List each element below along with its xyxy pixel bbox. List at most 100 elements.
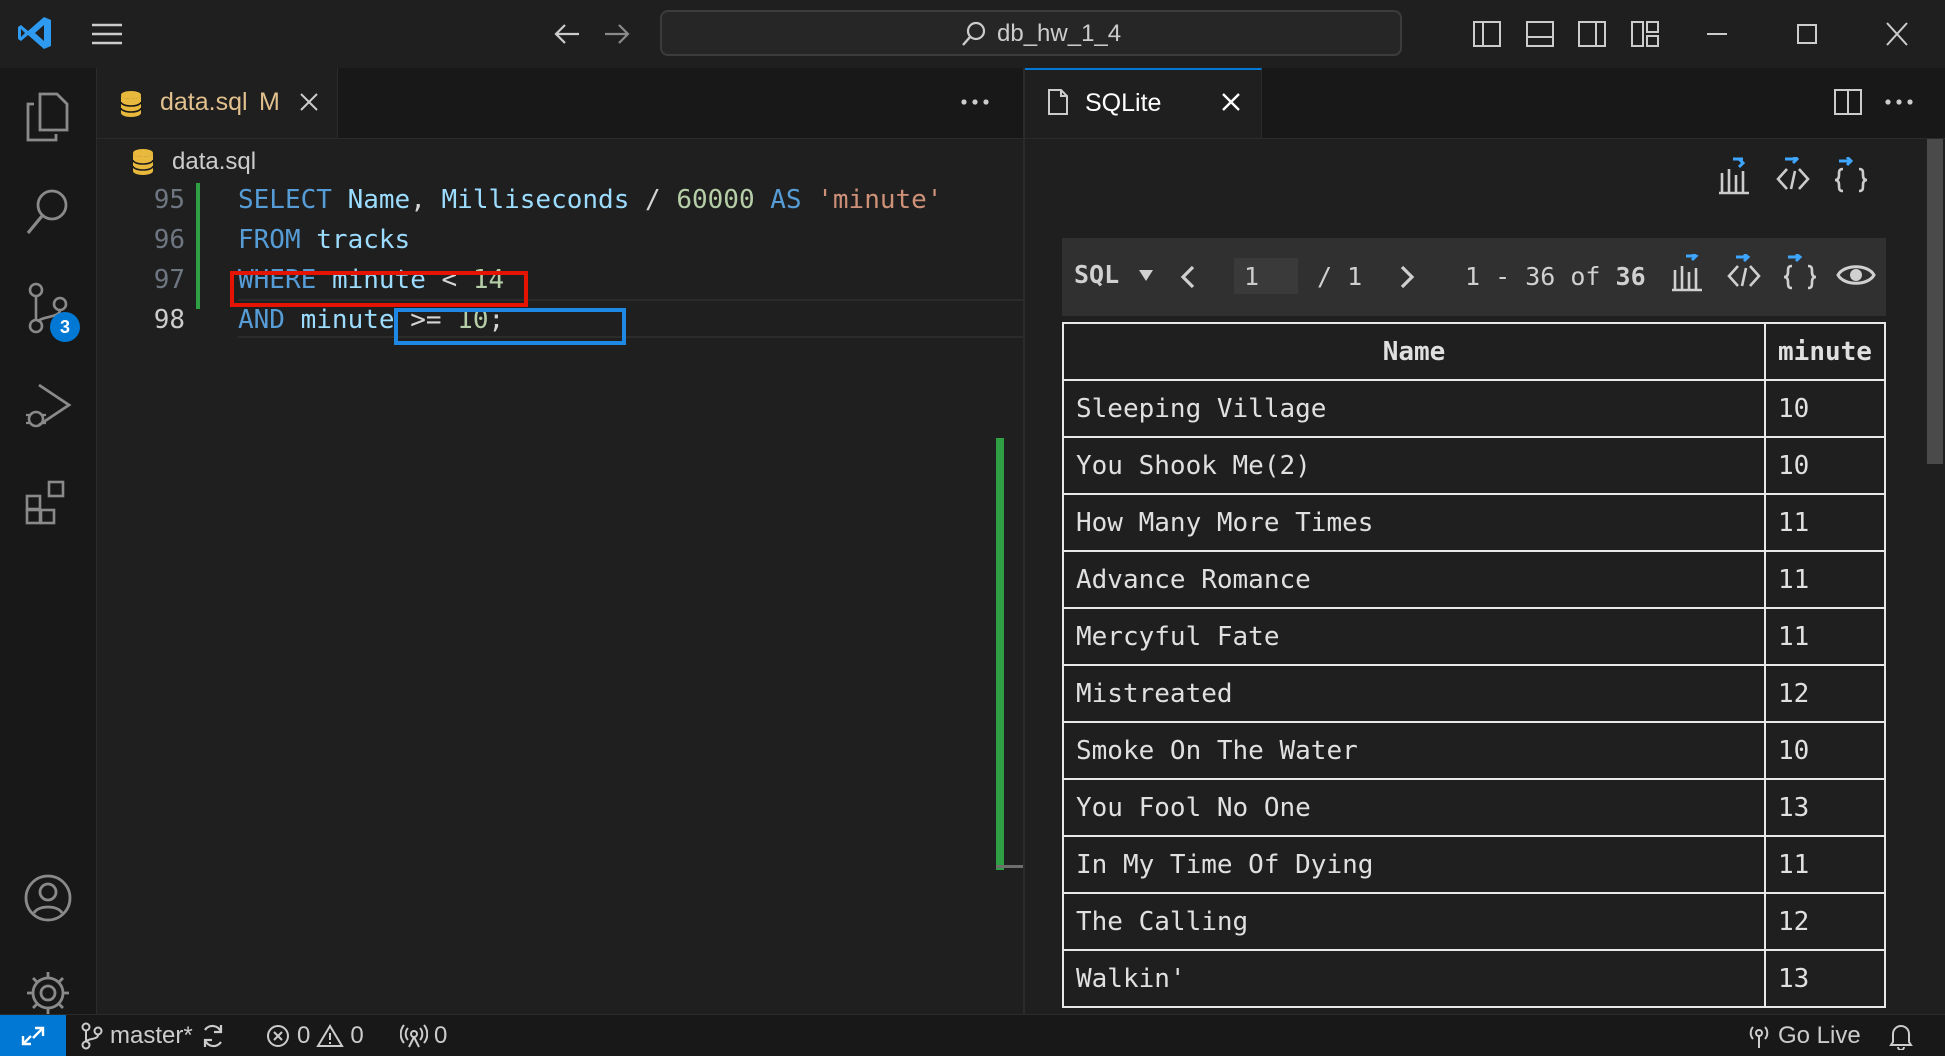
cell-minute[interactable]: 10 xyxy=(1764,721,1886,780)
mode-dropdown[interactable]: SQL xyxy=(1074,260,1119,289)
page-number-input[interactable] xyxy=(1234,258,1298,294)
row-range-text: 1 - 36 of xyxy=(1465,262,1616,291)
eye-icon[interactable] xyxy=(1836,260,1876,290)
cell-name[interactable]: Mercyful Fate xyxy=(1062,607,1766,666)
export-csv-icon[interactable] xyxy=(1717,157,1751,195)
cell-minute[interactable]: 12 xyxy=(1764,892,1886,951)
table-row[interactable]: Mistreated 12 xyxy=(1062,664,1886,723)
breadcrumb-file[interactable]: data.sql xyxy=(172,148,256,176)
minimize-icon[interactable] xyxy=(1702,20,1732,48)
tab-filename: data.sql xyxy=(160,88,248,116)
column-header-minute[interactable]: minute xyxy=(1764,322,1886,381)
warning-icon xyxy=(316,1023,345,1047)
ports-status[interactable]: 0 xyxy=(400,1015,447,1056)
cell-name[interactable]: Mistreated xyxy=(1062,664,1766,723)
code-token: Name xyxy=(347,185,411,215)
cell-minute[interactable]: 11 xyxy=(1764,550,1886,609)
forward-arrow-icon[interactable] xyxy=(602,20,632,48)
line-number: 95 xyxy=(153,185,185,215)
table-row[interactable]: Advance Romance 11 xyxy=(1062,550,1886,609)
remote-indicator[interactable] xyxy=(0,1015,66,1056)
table-row[interactable]: Walkin' 13 xyxy=(1062,949,1886,1008)
branch-status[interactable]: master* xyxy=(80,1015,227,1056)
tab-close-icon[interactable] xyxy=(1219,90,1243,114)
cell-minute[interactable]: 10 xyxy=(1764,379,1886,438)
export-csv-icon[interactable] xyxy=(1670,254,1704,292)
cell-minute[interactable]: 11 xyxy=(1764,607,1886,666)
cell-minute[interactable]: 10 xyxy=(1764,436,1886,495)
code-editor[interactable]: 95 SELECT Name, Milliseconds / 60000 AS '… xyxy=(97,183,1023,1014)
chevron-down-icon[interactable] xyxy=(1138,268,1154,282)
cell-name[interactable]: Sleeping Village xyxy=(1062,379,1766,438)
source-control-badge: 3 xyxy=(50,312,80,342)
panel-scrollbar-track[interactable] xyxy=(1925,139,1945,1014)
next-page-icon[interactable] xyxy=(1397,264,1417,290)
accounts-icon[interactable] xyxy=(18,868,78,928)
panel-scrollbar-thumb[interactable] xyxy=(1927,139,1943,464)
search-text: db_hw_1_4 xyxy=(997,20,1122,47)
toggle-panel-icon[interactable] xyxy=(1525,20,1555,48)
cell-name[interactable]: You Shook Me(2) xyxy=(1062,436,1766,495)
export-html-icon[interactable] xyxy=(1726,254,1762,292)
split-editor-icon[interactable] xyxy=(1833,88,1863,116)
table-row[interactable]: In My Time Of Dying 11 xyxy=(1062,835,1886,894)
export-json-icon[interactable] xyxy=(1833,157,1869,195)
cell-name[interactable]: Advance Romance xyxy=(1062,550,1766,609)
tab-data-sql[interactable]: data.sql M xyxy=(97,68,338,138)
go-live-button[interactable]: Go Live xyxy=(1746,1015,1861,1056)
ports-count: 0 xyxy=(434,1021,448,1049)
code-token: / xyxy=(629,185,677,215)
cell-name[interactable]: You Fool No One xyxy=(1062,778,1766,837)
cell-name[interactable]: How Many More Times xyxy=(1062,493,1766,552)
cell-minute[interactable]: 11 xyxy=(1764,493,1886,552)
title-bar: db_hw_1_4 xyxy=(0,0,1945,69)
toggle-secondary-sidebar-icon[interactable] xyxy=(1577,20,1607,48)
explorer-icon[interactable] xyxy=(18,87,78,147)
customize-layout-icon[interactable] xyxy=(1630,20,1660,48)
tab-title: SQLite xyxy=(1085,89,1162,117)
back-arrow-icon[interactable] xyxy=(552,20,582,48)
cell-name[interactable]: Smoke On The Water xyxy=(1062,721,1766,780)
broadcast-icon xyxy=(1749,1025,1769,1048)
maximize-icon[interactable] xyxy=(1792,20,1822,48)
run-debug-icon[interactable] xyxy=(18,375,78,435)
command-center-search[interactable]: db_hw_1_4 xyxy=(660,10,1402,56)
table-row[interactable]: You Shook Me(2) 10 xyxy=(1062,436,1886,495)
search-icon[interactable] xyxy=(18,182,78,242)
cell-minute[interactable]: 13 xyxy=(1764,778,1886,837)
code-token: , xyxy=(410,185,442,215)
table-row[interactable]: You Fool No One 13 xyxy=(1062,778,1886,837)
column-header-name[interactable]: Name xyxy=(1062,322,1766,381)
table-row[interactable]: Mercyful Fate 11 xyxy=(1062,607,1886,666)
cell-minute[interactable]: 13 xyxy=(1764,949,1886,1008)
table-row[interactable]: Sleeping Village 10 xyxy=(1062,379,1886,438)
menu-icon[interactable] xyxy=(90,20,124,48)
cell-minute[interactable]: 11 xyxy=(1764,835,1886,894)
cell-name[interactable]: The Calling xyxy=(1062,892,1766,951)
export-json-icon[interactable] xyxy=(1782,254,1818,292)
code-line: SELECT Name, Milliseconds / 60000 AS 'mi… xyxy=(238,185,942,215)
tab-close-icon[interactable] xyxy=(297,90,321,114)
export-html-icon[interactable] xyxy=(1775,157,1811,195)
tab-sqlite[interactable]: SQLite xyxy=(1025,68,1262,138)
extensions-icon[interactable] xyxy=(18,471,78,531)
cell-name[interactable]: In My Time Of Dying xyxy=(1062,835,1766,894)
cell-minute[interactable]: 12 xyxy=(1764,664,1886,723)
table-row[interactable]: The Calling 12 xyxy=(1062,892,1886,951)
table-row[interactable]: Smoke On The Water 10 xyxy=(1062,721,1886,780)
broadcast-icon xyxy=(400,1023,428,1047)
more-actions-icon[interactable] xyxy=(959,90,991,114)
close-window-icon[interactable] xyxy=(1882,20,1912,48)
line-number: 96 xyxy=(153,225,185,255)
toggle-primary-sidebar-icon[interactable] xyxy=(1472,20,1502,48)
notifications-bell-icon[interactable] xyxy=(1888,1015,1914,1056)
cell-name[interactable]: Walkin' xyxy=(1062,949,1766,1008)
problems-status[interactable]: 0 0 xyxy=(265,1015,364,1056)
code-token: AND xyxy=(238,305,285,335)
more-actions-icon[interactable] xyxy=(1883,90,1915,114)
previous-page-icon[interactable] xyxy=(1178,264,1198,290)
remote-icon xyxy=(21,1026,45,1045)
table-row[interactable]: How Many More Times 11 xyxy=(1062,493,1886,552)
